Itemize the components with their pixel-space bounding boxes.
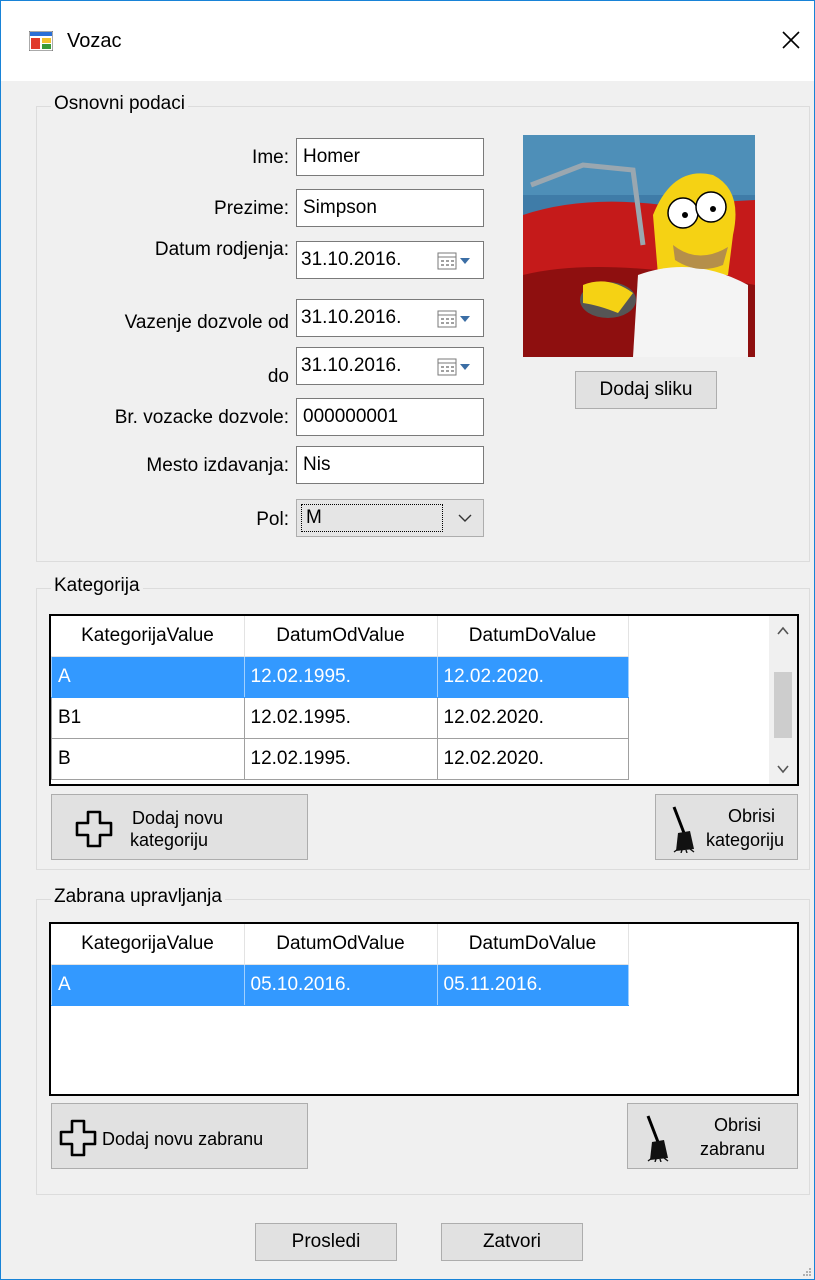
button-label-line1: Dodaj novu [132,808,224,828]
dodaj-zabranu-button[interactable]: Dodaj novu zabranu [51,1103,308,1169]
vazenje-do-picker[interactable]: 31.10.2016. [296,347,484,385]
column-header[interactable]: DatumOdValue [244,616,438,657]
driver-photo [523,135,755,357]
vazenje-do-label: do [267,366,289,387]
table-cell[interactable]: B [51,738,245,780]
group-title: Kategorija [51,575,143,597]
vazenje-od-picker[interactable]: 31.10.2016. [296,299,484,337]
window-title: Vozac [67,30,122,52]
zatvori-button[interactable]: Zatvori [441,1223,583,1261]
table-cell[interactable]: 12.02.1995. [243,738,438,780]
table-row[interactable]: B 12.02.1995. 12.02.2020. [51,738,629,780]
pol-label: Pol: [256,509,289,530]
column-header[interactable]: DatumDoValue [437,924,629,965]
table-cell[interactable]: 12.02.2020. [436,656,629,698]
broom-icon [672,806,695,853]
table-cell[interactable]: 12.02.2020. [436,697,629,739]
column-header[interactable]: DatumDoValue [437,616,629,657]
close-icon[interactable] [774,23,808,57]
mesto-field[interactable]: Nis [296,446,484,484]
plus-icon [59,1119,97,1157]
br-dozvole-field[interactable]: 000000001 [296,398,484,436]
button-label-line2: zabranu [700,1139,766,1159]
obrisi-kategoriju-button[interactable]: Obrisi kategoriju [655,794,798,860]
chevron-down-icon[interactable] [457,512,473,524]
calendar-icon[interactable] [437,251,473,271]
table-cell[interactable]: 12.02.2020. [436,738,629,780]
plus-icon [75,810,113,848]
column-header[interactable]: KategorijaValue [51,924,245,965]
pol-combobox[interactable]: M [296,499,484,537]
mesto-label: Mesto izdavanja: [146,455,289,476]
table-cell[interactable]: 12.02.1995. [243,697,438,739]
vazenje-do-value: 31.10.2016. [301,355,402,376]
vazenje-od-label: Vazenje dozvole od [124,312,289,333]
obrisi-zabranu-button[interactable]: Obrisi zabranu [627,1103,798,1169]
calendar-icon[interactable] [437,309,473,329]
table-cell[interactable]: 12.02.1995. [243,656,438,698]
pol-selected-value: M [301,504,443,532]
table-row[interactable]: B1 12.02.1995. 12.02.2020. [51,697,629,739]
table-header-row: KategorijaValue DatumOdValue DatumDoValu… [51,616,629,657]
button-label-line2: kategoriju [130,830,209,850]
kategorija-table: KategorijaValue DatumOdValue DatumDoValu… [51,616,629,780]
prezime-label: Prezime: [214,198,289,219]
vazenje-od-value: 31.10.2016. [301,307,402,328]
button-label-line1: Obrisi [714,1115,762,1135]
table-row[interactable]: A 05.10.2016. 05.11.2016. [51,964,629,1006]
group-title: Osnovni podaci [51,93,188,115]
table-cell[interactable]: A [51,656,245,698]
ime-label: Ime: [252,147,289,168]
chevron-up-icon[interactable] [777,626,789,636]
column-header[interactable]: KategorijaValue [51,616,245,657]
prosledi-button[interactable]: Prosledi [255,1223,397,1261]
button-label: Dodaj novu zabranu [102,1129,264,1149]
calendar-icon[interactable] [437,357,473,377]
ime-field[interactable]: Homer [296,138,484,176]
scrollbar-thumb[interactable] [774,672,792,738]
table-cell[interactable]: 05.10.2016. [243,964,438,1006]
button-label-line1: Obrisi [728,806,776,826]
button-label-line2: kategoriju [706,830,785,850]
table-cell[interactable]: B1 [51,697,245,739]
group-title: Zabrana upravljanja [51,886,225,908]
dodaj-kategoriju-button[interactable]: Dodaj novu kategoriju [51,794,308,860]
window: Vozac Osnovni podaci Ime: Homer Prezime:… [0,0,815,1280]
br-dozvole-label: Br. vozacke dozvole: [114,407,289,428]
app-form-icon [29,31,53,51]
datum-rodjenja-picker[interactable]: 31.10.2016. [296,241,484,279]
column-header[interactable]: DatumOdValue [244,924,438,965]
title-bar: Vozac [1,1,814,81]
table-row[interactable]: A 12.02.1995. 12.02.2020. [51,656,629,698]
dodaj-sliku-button[interactable]: Dodaj sliku [575,371,717,409]
datum-rodjenja-value: 31.10.2016. [301,249,402,270]
prezime-field[interactable]: Simpson [296,189,484,227]
zabrana-table: KategorijaValue DatumOdValue DatumDoValu… [51,924,629,1006]
table-cell[interactable]: 05.11.2016. [436,964,629,1006]
table-header-row: KategorijaValue DatumOdValue DatumDoValu… [51,924,629,965]
table-cell[interactable]: A [51,964,245,1006]
datum-rodjenja-label: Datum rodjenja: [154,239,289,260]
zabrana-grid[interactable]: KategorijaValue DatumOdValue DatumDoValu… [49,922,799,1096]
broom-icon [646,1115,669,1162]
vertical-scrollbar[interactable] [769,616,797,784]
chevron-down-icon[interactable] [777,764,789,774]
kategorija-grid[interactable]: KategorijaValue DatumOdValue DatumDoValu… [49,614,799,786]
resize-grip-icon[interactable] [802,1267,812,1277]
